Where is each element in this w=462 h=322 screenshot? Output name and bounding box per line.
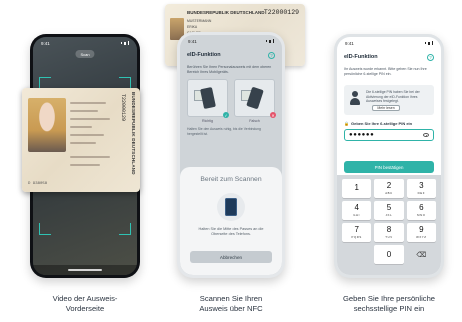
pin-label-text: Geben Sie Ihre 6-stellige PIN ein: [350, 121, 413, 126]
caption-line: Ausweis über NFC: [199, 304, 263, 314]
key-0[interactable]: 0: [374, 245, 404, 264]
id-card-number: T22000129: [263, 9, 299, 16]
placement-illustrations: ✓ ✕: [187, 79, 276, 118]
help-icon[interactable]: ?: [268, 51, 275, 59]
signal-icon: [265, 39, 274, 43]
key-4[interactable]: 4 GHI: [342, 201, 372, 220]
body-text: Halten Sie den Ausweis ruhig, bis die Ve…: [187, 127, 261, 136]
pin-screen: 9:41 eID-Funktion ? Ihr Ausweis wurde er…: [337, 37, 441, 275]
key-8[interactable]: 8 TUV: [374, 223, 404, 242]
sheet-instruction: Halten Sie die Mitte des Passes an die O…: [198, 227, 264, 237]
nfc-screen: 9:41 eID-Funktion ? Berühren Sie Ihren P…: [180, 35, 282, 275]
status-bar: 9:41: [180, 35, 282, 47]
key-1[interactable]: 1: [342, 179, 372, 198]
label-wrong: Falsch: [249, 119, 260, 123]
nfc-icon: [217, 193, 245, 221]
label-correct: Richtig: [202, 119, 213, 123]
key-5[interactable]: 5 JKL: [374, 201, 404, 220]
scan-pill: Scan: [75, 50, 95, 58]
sheet-title: Bereit zum Scannen: [200, 176, 262, 183]
status-bar: 9:41: [337, 37, 441, 49]
pin-label: 🔒 Geben Sie Ihre 6-stellige PIN ein: [344, 121, 412, 126]
key-2[interactable]: 2 ABC: [374, 179, 404, 198]
caption-line: Vorderseite: [65, 304, 105, 314]
frame-corner-icon: [119, 223, 131, 235]
instruction-text: Ihr Ausweis wurde erkannt. Bitte geben S…: [344, 67, 427, 76]
caption-video: Video der Ausweis- Vorderseite: [20, 294, 150, 315]
read-more-button[interactable]: Mehr lesen: [372, 105, 400, 111]
info-text: Die 6-stellige PIN haben Sie bei der Akt…: [366, 90, 420, 104]
status-bar: 9:41: [33, 37, 137, 49]
key-3[interactable]: 3 DEF: [406, 179, 436, 198]
app-header: eID-Funktion ?: [180, 47, 282, 63]
instruction-text: Berühren Sie Ihren Personalausweis mit d…: [187, 65, 272, 74]
caption-line: sechsstellige PIN ein: [353, 304, 425, 314]
cross-icon: ✕: [270, 112, 276, 118]
id-card-line: MUSTERMANN: [187, 19, 212, 23]
passport-icon: [225, 198, 237, 216]
info-box: Die 6-stellige PIN haben Sie bei der Akt…: [344, 85, 434, 115]
key-6[interactable]: 6 MNO: [406, 201, 436, 220]
person-icon: [349, 91, 361, 107]
illustration-labels: Richtig Falsch: [187, 119, 275, 123]
check-icon: ✓: [223, 112, 229, 118]
key-7[interactable]: 7 PQRS: [342, 223, 372, 242]
caption-pin: Geben Sie Ihre persönliche sechsstellige…: [316, 294, 462, 315]
phone-nfc-scan: 9:41 eID-Funktion ? Berühren Sie Ihren P…: [177, 32, 285, 278]
id-photo: [28, 98, 66, 152]
id-card-heading: BUNDESREPUBLIK DEUTSCHLAND: [131, 92, 136, 175]
id-card-number: T22000129: [120, 94, 126, 122]
caption-line: Geben Sie Ihre persönliche: [342, 294, 436, 303]
frame-corner-icon: [39, 223, 51, 235]
status-time: 9:41: [188, 38, 197, 44]
pin-input[interactable]: ●●●●●●: [344, 129, 434, 141]
phone-icon: [199, 86, 216, 110]
caption-line: Scannen Sie Ihren: [199, 294, 263, 303]
illustration-correct: ✓: [187, 79, 229, 118]
page-title: eID-Funktion: [187, 52, 221, 58]
id-card-code: D 938058: [28, 182, 48, 186]
cancel-button[interactable]: Abbrechen: [190, 251, 272, 263]
pin-value: ●●●●●●: [349, 132, 375, 138]
illustration-wrong: ✕: [234, 79, 276, 118]
status-time: 9:41: [345, 40, 354, 46]
id-card-front: BUNDESREPUBLIK DEUTSCHLAND T22000129 D 9…: [22, 88, 140, 192]
status-time: 9:41: [41, 40, 50, 46]
confirm-pin-button[interactable]: PIN bestätigen: [344, 161, 434, 173]
caption-line: Video der Ausweis-: [52, 294, 118, 303]
backspace-icon[interactable]: ⌫: [407, 245, 436, 264]
id-card-heading: BUNDESREPUBLIK DEUTSCHLAND: [187, 10, 265, 15]
help-icon[interactable]: ?: [427, 53, 434, 61]
page-title: eID-Funktion: [344, 54, 378, 60]
nfc-bottom-sheet: Bereit zum Scannen Halten Sie die Mitte …: [180, 167, 282, 275]
lock-icon: 🔒: [344, 121, 349, 126]
key-empty: [342, 245, 371, 264]
app-header: eID-Funktion ?: [337, 49, 441, 65]
key-9[interactable]: 9 WXYZ: [406, 223, 436, 242]
caption-nfc: Scannen Sie Ihren Ausweis über NFC: [166, 294, 296, 315]
phone-pin-entry: 9:41 eID-Funktion ? Ihr Ausweis wurde er…: [334, 34, 444, 278]
home-indicator: [68, 269, 102, 271]
id-card-line: ERIKA: [187, 25, 198, 29]
numeric-keypad: 1 2 ABC 3 DEF 4 GHI 5 JKL 6 MNO 7 PQRS 8 TUV 9W…: [337, 175, 441, 275]
signal-icon: [120, 41, 129, 45]
signal-icon: [424, 41, 433, 45]
eye-icon[interactable]: [423, 133, 429, 137]
